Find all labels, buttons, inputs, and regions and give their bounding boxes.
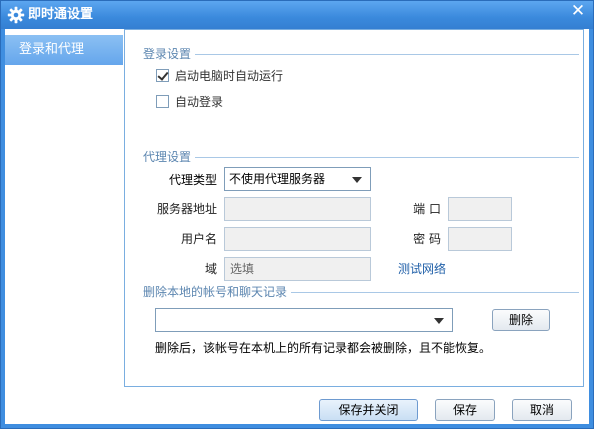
section-divider [195, 157, 579, 158]
proxy-type-label: 代理类型 [168, 173, 217, 187]
server-address-input[interactable] [224, 197, 371, 221]
auto-login-label: 自动登录 [175, 95, 224, 109]
password-label: 密 码 [413, 232, 441, 246]
delete-section-title: 删除本地的帐号和聊天记录 [143, 285, 292, 299]
close-button[interactable]: ✕ [567, 3, 589, 21]
account-select[interactable] [155, 308, 453, 332]
chevron-down-icon [352, 177, 362, 183]
username-input[interactable] [224, 227, 371, 251]
auto-start-option[interactable]: 启动电脑时自动运行 [156, 68, 316, 84]
dialog-body: 登录和代理 登录设置 启动电脑时自动运行 自动登录 代理设置 代理类型 不使用代… [5, 29, 589, 424]
test-network-link[interactable]: 测试网络 [398, 261, 446, 277]
proxy-type-value: 不使用代理服务器 [229, 172, 326, 186]
save-and-close-button[interactable]: 保存并关闭 [319, 399, 418, 421]
auto-start-checkbox[interactable] [156, 69, 169, 82]
password-input[interactable] [448, 227, 512, 251]
domain-placeholder: 选填 [230, 262, 255, 276]
settings-panel: 登录设置 启动电脑时自动运行 自动登录 代理设置 代理类型 不使用代理服务器 服… [124, 29, 584, 387]
auto-start-label: 启动电脑时自动运行 [175, 69, 284, 83]
close-icon: ✕ [570, 1, 586, 21]
server-address-label: 服务器地址 [156, 202, 217, 216]
window-title: 即时通设置 [28, 7, 94, 22]
section-divider [195, 54, 579, 55]
auto-login-checkbox[interactable] [156, 95, 169, 108]
port-input[interactable] [448, 197, 512, 221]
sidebar-item-login-proxy[interactable]: 登录和代理 [5, 35, 123, 65]
settings-window: 即时通设置 ✕ 登录和代理 登录设置 启动电脑时自动运行 自动登录 代理设置 代… [0, 0, 594, 429]
cancel-button[interactable]: 取消 [512, 399, 572, 421]
username-label: 用户名 [180, 232, 217, 246]
title-bar[interactable]: 即时通设置 ✕ [1, 1, 593, 29]
proxy-section-title: 代理设置 [143, 150, 196, 164]
sidebar: 登录和代理 [5, 29, 123, 387]
domain-label: 域 [204, 262, 217, 276]
save-button[interactable]: 保存 [435, 399, 495, 421]
sidebar-item-label: 登录和代理 [19, 42, 85, 57]
domain-input[interactable]: 选填 [224, 257, 371, 281]
gear-icon [7, 6, 25, 24]
delete-button[interactable]: 删除 [492, 309, 550, 331]
proxy-type-select[interactable]: 不使用代理服务器 [224, 167, 371, 191]
login-section-title: 登录设置 [143, 47, 196, 61]
chevron-down-icon [434, 318, 444, 324]
port-label: 端 口 [413, 202, 441, 216]
auto-login-option[interactable]: 自动登录 [156, 94, 256, 110]
delete-warning-note: 删除后，该帐号在本机上的所有记录都会被删除，且不能恢复。 [155, 341, 492, 355]
section-divider [291, 292, 579, 293]
dialog-footer: 保存并关闭 保存 取消 [5, 387, 589, 424]
